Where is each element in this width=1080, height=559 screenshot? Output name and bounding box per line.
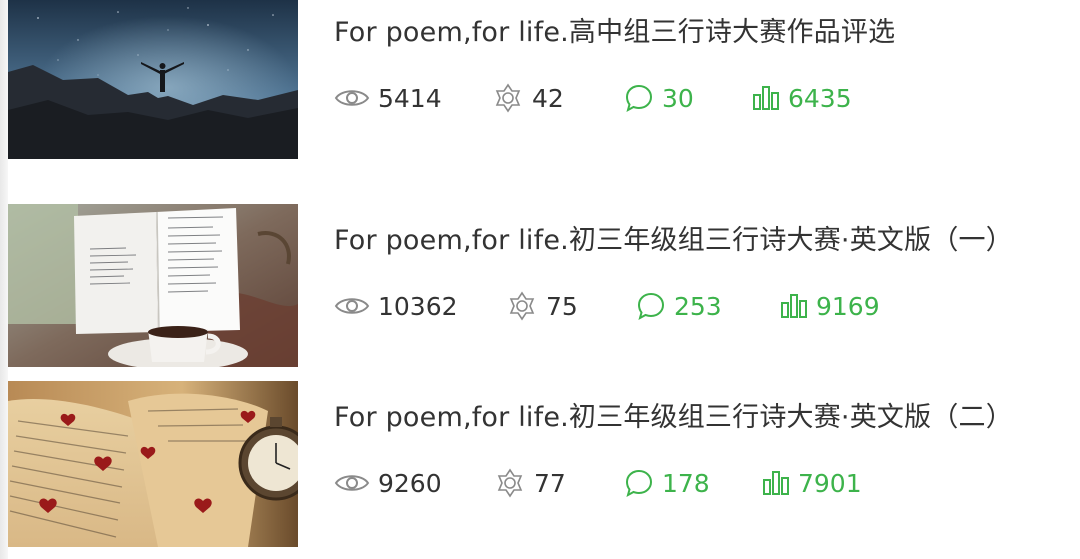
shares-count: 7901: [798, 468, 862, 498]
likes-count: 77: [534, 468, 566, 498]
shares-stat[interactable]: 9169: [780, 292, 880, 321]
article-list: For poem,for life.高中组三行诗大赛作品评选 5414 42 3…: [0, 0, 1080, 559]
likes-stat[interactable]: 77: [494, 467, 566, 499]
comments-stat[interactable]: 30: [624, 83, 694, 113]
views-count: 9260: [378, 468, 442, 498]
flower-icon: [506, 290, 538, 322]
shares-stat[interactable]: 6435: [752, 84, 852, 113]
article-thumbnail[interactable]: [8, 0, 298, 159]
article-title[interactable]: For poem,for life.初三年级组三行诗大赛·英文版（二）: [334, 395, 1013, 434]
flower-icon: [492, 82, 524, 114]
eye-icon: [334, 87, 370, 109]
comments-stat[interactable]: 178: [624, 468, 710, 498]
views-stat: 5414: [334, 84, 442, 113]
mountain-night-image: [8, 0, 298, 159]
eye-icon: [334, 295, 370, 317]
flower-icon: [494, 467, 526, 499]
shares-stat[interactable]: 7901: [762, 469, 862, 498]
article-thumbnail[interactable]: [8, 381, 298, 547]
comments-count: 30: [662, 83, 694, 113]
views-count: 5414: [378, 83, 442, 113]
likes-stat[interactable]: 75: [506, 290, 578, 322]
bar-chart-icon: [752, 85, 780, 111]
article-title[interactable]: For poem,for life.高中组三行诗大赛作品评选: [334, 10, 895, 49]
book-watch-image: [8, 381, 298, 547]
bar-chart-icon: [780, 293, 808, 319]
comment-bubble-icon: [624, 83, 654, 113]
article-item[interactable]: For poem,for life.初三年级组三行诗大赛·英文版（二） 9260…: [0, 381, 1080, 551]
shares-count: 9169: [816, 291, 880, 321]
article-title[interactable]: For poem,for life.初三年级组三行诗大赛·英文版（一）: [334, 218, 1013, 257]
article-item[interactable]: For poem,for life.初三年级组三行诗大赛·英文版（一） 1036…: [0, 204, 1080, 369]
article-item[interactable]: For poem,for life.高中组三行诗大赛作品评选 5414 42 3…: [0, 0, 1080, 170]
views-stat: 10362: [334, 292, 458, 321]
bar-chart-icon: [762, 470, 790, 496]
comments-count: 178: [662, 468, 710, 498]
comment-bubble-icon: [636, 291, 666, 321]
eye-icon: [334, 472, 370, 494]
comment-bubble-icon: [624, 468, 654, 498]
likes-count: 42: [532, 83, 564, 113]
views-count: 10362: [378, 291, 458, 321]
article-thumbnail[interactable]: [8, 204, 298, 367]
shares-count: 6435: [788, 83, 852, 113]
likes-count: 75: [546, 291, 578, 321]
views-stat: 9260: [334, 469, 442, 498]
notebook-coffee-image: [8, 204, 298, 367]
comments-count: 253: [674, 291, 722, 321]
likes-stat[interactable]: 42: [492, 82, 564, 114]
comments-stat[interactable]: 253: [636, 291, 722, 321]
